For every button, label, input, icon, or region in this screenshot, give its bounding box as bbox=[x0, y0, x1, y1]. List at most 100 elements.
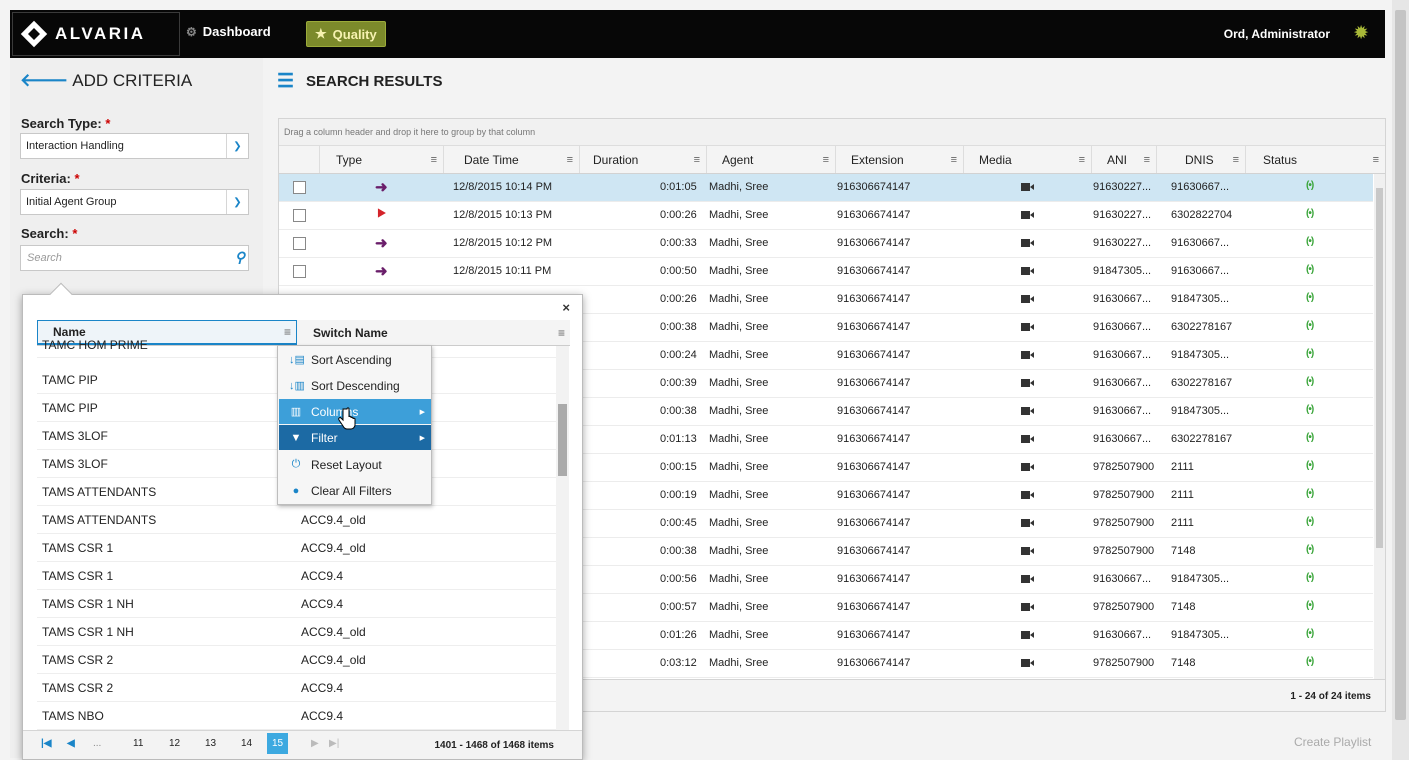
create-playlist-button[interactable]: Create Playlist bbox=[1294, 735, 1371, 749]
menu-clear-all-filters[interactable]: ● Clear All Filters bbox=[279, 478, 431, 503]
list-item[interactable]: TAMS NBO ACC9.4 bbox=[37, 702, 557, 730]
table-row[interactable]: ⯈ 12/8/2015 10:13 PM 0:00:26 Madhi, Sree 916… bbox=[279, 202, 1373, 230]
video-camera-icon[interactable] bbox=[1021, 659, 1034, 667]
video-camera-icon[interactable] bbox=[1021, 575, 1034, 583]
gear-icon[interactable]: ✹ bbox=[1353, 22, 1369, 45]
menu-sort-descending[interactable]: ↓▥ Sort Descending bbox=[279, 373, 431, 398]
row-checkbox[interactable] bbox=[293, 209, 306, 222]
column-menu-icon[interactable]: ≡ bbox=[558, 326, 565, 340]
video-camera-icon[interactable] bbox=[1021, 323, 1034, 331]
column-menu-icon[interactable]: ≡ bbox=[1079, 154, 1085, 166]
first-page-button[interactable]: |◀ bbox=[41, 738, 52, 749]
page-13[interactable]: 13 bbox=[205, 738, 216, 749]
video-camera-icon[interactable] bbox=[1021, 183, 1034, 191]
col-duration[interactable]: Duration ≡ bbox=[579, 146, 706, 173]
brand-logo[interactable]: ALVARIA bbox=[12, 12, 180, 56]
search-label-text: Search: bbox=[21, 226, 69, 241]
nav-quality[interactable]: ★ Quality bbox=[306, 21, 386, 47]
menu-sort-ascending[interactable]: ↓▤ Sort Ascending bbox=[279, 347, 431, 372]
list-item[interactable]: TAMS CSR 1 ACC9.4_old bbox=[37, 534, 557, 562]
user-name[interactable]: Ord, Administrator bbox=[1224, 27, 1330, 41]
video-camera-icon[interactable] bbox=[1021, 239, 1034, 247]
pager-ellipsis[interactable]: ... bbox=[93, 738, 101, 749]
add-criteria-header[interactable]: 🡐 ADD CRITERIA bbox=[20, 70, 192, 91]
column-menu-icon[interactable]: ≡ bbox=[1373, 154, 1379, 166]
video-camera-icon[interactable] bbox=[1021, 491, 1034, 499]
video-camera-icon[interactable] bbox=[1021, 463, 1034, 471]
cell-duration: 0:00:38 bbox=[660, 405, 697, 417]
page-12[interactable]: 12 bbox=[169, 738, 180, 749]
video-camera-icon[interactable] bbox=[1021, 603, 1034, 611]
popup-scrollbar[interactable] bbox=[556, 346, 569, 732]
video-camera-icon[interactable] bbox=[1021, 547, 1034, 555]
prev-page-button[interactable]: ◀ bbox=[67, 738, 75, 749]
grid-scroll-thumb[interactable] bbox=[1376, 188, 1383, 548]
column-menu-icon[interactable]: ≡ bbox=[567, 154, 573, 166]
chevron-down-icon[interactable]: ❯ bbox=[226, 190, 248, 214]
menu-reset-layout[interactable]: ⏻ Reset Layout bbox=[279, 452, 431, 477]
video-camera-icon[interactable] bbox=[1021, 211, 1034, 219]
video-camera-icon[interactable] bbox=[1021, 435, 1034, 443]
cell-ani: 9782507900 bbox=[1093, 461, 1155, 473]
video-camera-icon[interactable] bbox=[1021, 379, 1034, 387]
criteria-select[interactable]: Initial Agent Group ❯ bbox=[20, 189, 249, 215]
row-checkbox[interactable] bbox=[293, 265, 306, 278]
row-checkbox[interactable] bbox=[293, 181, 306, 194]
column-menu-icon[interactable]: ≡ bbox=[823, 154, 829, 166]
table-row[interactable]: ➜ 12/8/2015 10:12 PM 0:00:33 Madhi, Sree 916… bbox=[279, 230, 1373, 258]
col-ani[interactable]: ANI ≡ bbox=[1091, 146, 1156, 173]
list-item[interactable]: TAMS CSR 1 ACC9.4 bbox=[37, 562, 557, 590]
nav-dashboard[interactable]: ⚙ Dashboard bbox=[186, 24, 271, 39]
col-dnis[interactable]: DNIS ≡ bbox=[1156, 146, 1245, 173]
search-type-select[interactable]: Interaction Handling ❯ bbox=[20, 133, 249, 159]
page-11[interactable]: 11 bbox=[133, 738, 143, 749]
close-icon[interactable]: × bbox=[562, 300, 570, 315]
list-item[interactable]: TAMS ATTENDANTS ACC9.4_old bbox=[37, 506, 557, 534]
cell-duration: 0:00:45 bbox=[660, 517, 697, 529]
table-row[interactable]: ➜ 12/8/2015 10:14 PM 0:01:05 Madhi, Sree 916… bbox=[279, 174, 1373, 202]
grid-header: Type ≡ Date Time ≡ Duration ≡ Agent ≡ Extens… bbox=[279, 146, 1385, 174]
video-camera-icon[interactable] bbox=[1021, 295, 1034, 303]
grid-scrollbar[interactable] bbox=[1374, 174, 1385, 681]
group-name: TAMS ATTENDANTS bbox=[42, 485, 157, 499]
chevron-down-icon[interactable]: ❯ bbox=[226, 134, 248, 158]
search-input[interactable]: Search ⚲ bbox=[20, 245, 249, 271]
popup-scroll-thumb[interactable] bbox=[558, 404, 567, 476]
table-row[interactable]: ➜ 12/8/2015 10:11 PM 0:00:50 Madhi, Sree 916… bbox=[279, 258, 1373, 286]
group-drop-zone[interactable]: Drag a column header and drop it here to… bbox=[279, 119, 1385, 146]
required-mark: * bbox=[105, 116, 111, 131]
search-icon[interactable]: ⚲ bbox=[235, 249, 245, 266]
column-menu-icon[interactable]: ≡ bbox=[1144, 154, 1150, 166]
column-menu-icon[interactable]: ≡ bbox=[1233, 154, 1239, 166]
list-item[interactable]: TAMS CSR 1 NH ACC9.4_old bbox=[37, 618, 557, 646]
col-status[interactable]: Status ≡ bbox=[1245, 146, 1385, 173]
video-camera-icon[interactable] bbox=[1021, 407, 1034, 415]
search-type-value: Interaction Handling bbox=[26, 140, 124, 152]
cell-extension: 916306674147 bbox=[837, 321, 911, 333]
video-camera-icon[interactable] bbox=[1021, 351, 1034, 359]
column-menu-icon[interactable]: ≡ bbox=[284, 325, 291, 339]
list-item[interactable]: TAMS CSR 2 ACC9.4 bbox=[37, 674, 557, 702]
video-camera-icon[interactable] bbox=[1021, 631, 1034, 639]
col-media[interactable]: Media ≡ bbox=[963, 146, 1091, 173]
column-menu-icon[interactable]: ≡ bbox=[431, 154, 437, 166]
col-type[interactable]: Type ≡ bbox=[319, 146, 443, 173]
list-item[interactable]: TAMS CSR 1 NH ACC9.4 bbox=[37, 590, 557, 618]
next-page-button[interactable]: ▶ bbox=[311, 738, 319, 749]
video-camera-icon[interactable] bbox=[1021, 267, 1034, 275]
col-extension[interactable]: Extension ≡ bbox=[835, 146, 963, 173]
column-menu-icon[interactable]: ≡ bbox=[694, 154, 700, 166]
video-camera-icon[interactable] bbox=[1021, 519, 1034, 527]
column-menu-icon[interactable]: ≡ bbox=[951, 154, 957, 166]
page-scroll-thumb[interactable] bbox=[1395, 10, 1406, 720]
nav-dashboard-label: Dashboard bbox=[202, 24, 271, 39]
list-item[interactable]: TAMS CSR 2 ACC9.4_old bbox=[37, 646, 557, 674]
page-scrollbar[interactable] bbox=[1392, 0, 1409, 760]
col-datetime[interactable]: Date Time ≡ bbox=[443, 146, 579, 173]
col-agent[interactable]: Agent ≡ bbox=[706, 146, 835, 173]
last-page-button[interactable]: ▶| bbox=[329, 738, 339, 749]
row-checkbox[interactable] bbox=[293, 237, 306, 250]
page-14[interactable]: 14 bbox=[241, 738, 252, 749]
page-15-current[interactable]: 15 bbox=[267, 733, 289, 754]
hamburger-icon[interactable]: ☰ bbox=[277, 70, 294, 93]
